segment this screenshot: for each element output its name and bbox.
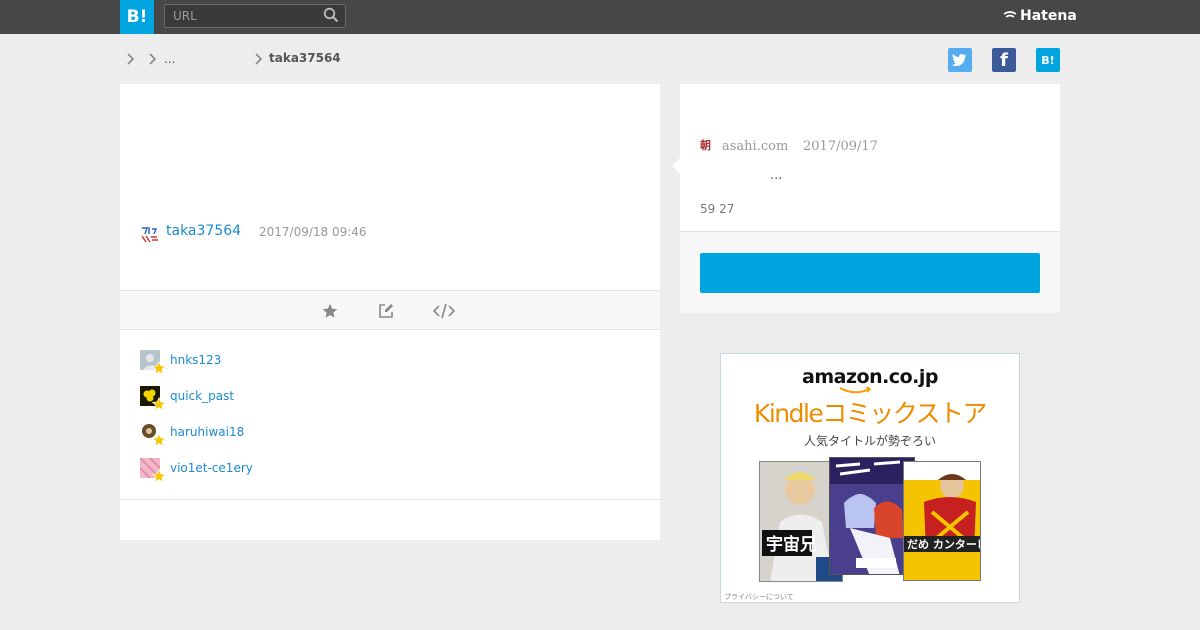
top-bar: B! Hatena: [0, 0, 1200, 34]
facebook-share-button[interactable]: f: [992, 48, 1016, 72]
embed-code-button[interactable]: [432, 301, 456, 321]
breadcrumb-chevron-icon: [149, 53, 157, 65]
hatena-brand-label: Hatena: [1020, 8, 1077, 24]
star-user-link[interactable]: hnks123: [170, 353, 221, 367]
hatena-bookmark-icon: B!: [1041, 53, 1055, 67]
bookmark-user-link[interactable]: taka37564: [166, 223, 241, 239]
list-item: vio1et-ce1ery: [140, 458, 440, 483]
entry-title-link[interactable]: ...: [770, 168, 782, 183]
breadcrumb-entry-link[interactable]: ...: [164, 52, 175, 66]
bookmark-action-bar: [120, 290, 660, 330]
hatena-mark-icon: [1003, 11, 1017, 18]
search-input[interactable]: [165, 5, 315, 27]
user-avatar[interactable]: [140, 224, 160, 244]
list-item: hnks123: [140, 350, 440, 375]
star-icon: [152, 361, 166, 375]
breadcrumb-home-chevron-icon[interactable]: [125, 53, 135, 65]
star-icon: [152, 469, 166, 483]
hatena-brand-link[interactable]: Hatena: [1003, 8, 1077, 24]
star-icon: [322, 303, 338, 318]
svg-text:宇宙兄: 宇宙兄: [766, 534, 817, 555]
edit-icon: [379, 304, 393, 318]
star-icon: [152, 397, 166, 411]
search-button[interactable]: [321, 7, 341, 25]
bookmark-panel: taka37564 2017/09/18 09:46 hnks123 quick…: [120, 84, 660, 540]
star-user-link[interactable]: vio1et-ce1ery: [170, 461, 253, 475]
twitter-icon: [952, 53, 967, 67]
add-star-button[interactable]: [319, 301, 341, 321]
entry-date: 2017/09/17: [803, 139, 878, 154]
edit-bookmark-button[interactable]: [375, 301, 397, 321]
entry-panel: 朝 asahi.com 2017/09/17 ... 59 27: [680, 84, 1060, 313]
breadcrumb-chevron-icon: [255, 53, 263, 65]
star-icon: [152, 433, 166, 447]
star-user-link[interactable]: haruhiwai18: [170, 425, 244, 439]
site-favicon-icon: 朝: [700, 139, 711, 152]
hatena-bookmark-share-button[interactable]: B!: [1036, 48, 1060, 72]
kindle-ad-banner[interactable]: amazon.co.jp Kindleコミックストア 人気タイトルが勢ぞろい 宇…: [720, 353, 1020, 603]
breadcrumb-current-user: taka37564: [269, 51, 341, 65]
search-box: [164, 4, 346, 28]
amazon-logo: amazon.co.jp: [802, 366, 938, 388]
ad-subline: 人気タイトルが勢ぞろい: [803, 434, 936, 448]
code-icon: [433, 303, 455, 319]
manga-cover-3-image: だめ カンタービレ: [904, 462, 981, 580]
svg-text:だめ カンタービレ: だめ カンタービレ: [907, 537, 981, 551]
search-icon: [323, 7, 339, 23]
twitter-share-button[interactable]: [948, 48, 972, 72]
facebook-icon: f: [1000, 49, 1008, 71]
entry-bookmark-count: 59 27: [700, 202, 735, 216]
entry-site-link[interactable]: asahi.com: [722, 139, 788, 154]
bookmark-date: 2017/09/18 09:46: [259, 225, 367, 239]
ad-privacy-link[interactable]: プライバシーについて: [724, 592, 794, 602]
divider: [120, 499, 660, 500]
list-item: haruhiwai18: [140, 422, 440, 447]
ad-headline: Kindleコミックストア: [753, 399, 988, 428]
entry-info: 朝 asahi.com 2017/09/17 ... 59 27: [680, 84, 1060, 232]
hatena-bookmark-logo[interactable]: B!: [120, 0, 154, 34]
list-item: quick_past: [140, 386, 440, 411]
star-user-link[interactable]: quick_past: [170, 389, 234, 403]
book-cover: だめ カンタービレ: [903, 461, 981, 581]
view-entry-button[interactable]: [700, 253, 1040, 293]
